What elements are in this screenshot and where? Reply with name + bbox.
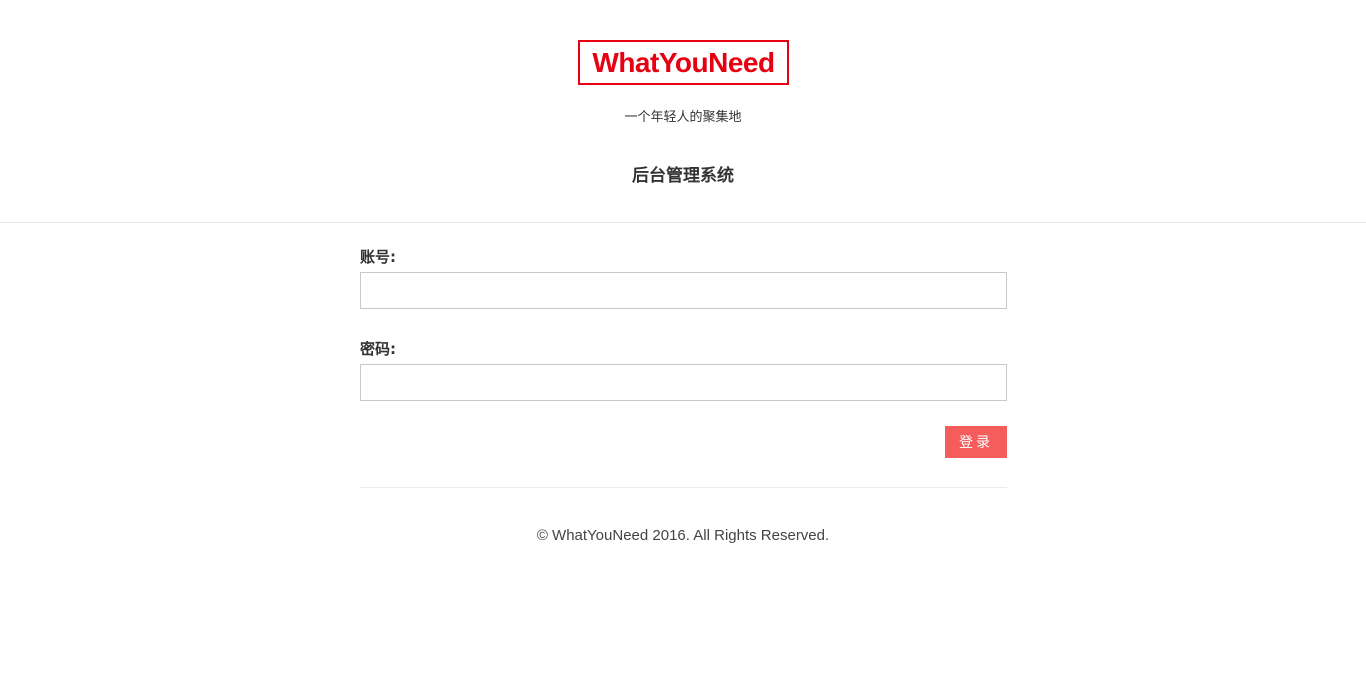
- page-header: WhatYouNeed 一个年轻人的聚集地 后台管理系统: [0, 0, 1366, 223]
- password-input[interactable]: [360, 364, 1007, 401]
- divider: [360, 487, 1007, 488]
- logo: WhatYouNeed: [578, 40, 789, 85]
- logo-text: WhatYouNeed: [592, 46, 775, 78]
- tagline: 一个年轻人的聚集地: [624, 110, 742, 125]
- account-input[interactable]: [360, 272, 1007, 309]
- footer-copyright: © WhatYouNeed 2016. All Rights Reserved.: [536, 527, 830, 544]
- password-label: 密码:: [360, 340, 396, 358]
- login-button[interactable]: 登录: [945, 426, 1007, 458]
- account-label: 账号:: [360, 248, 396, 266]
- page-title: 后台管理系统: [632, 166, 734, 186]
